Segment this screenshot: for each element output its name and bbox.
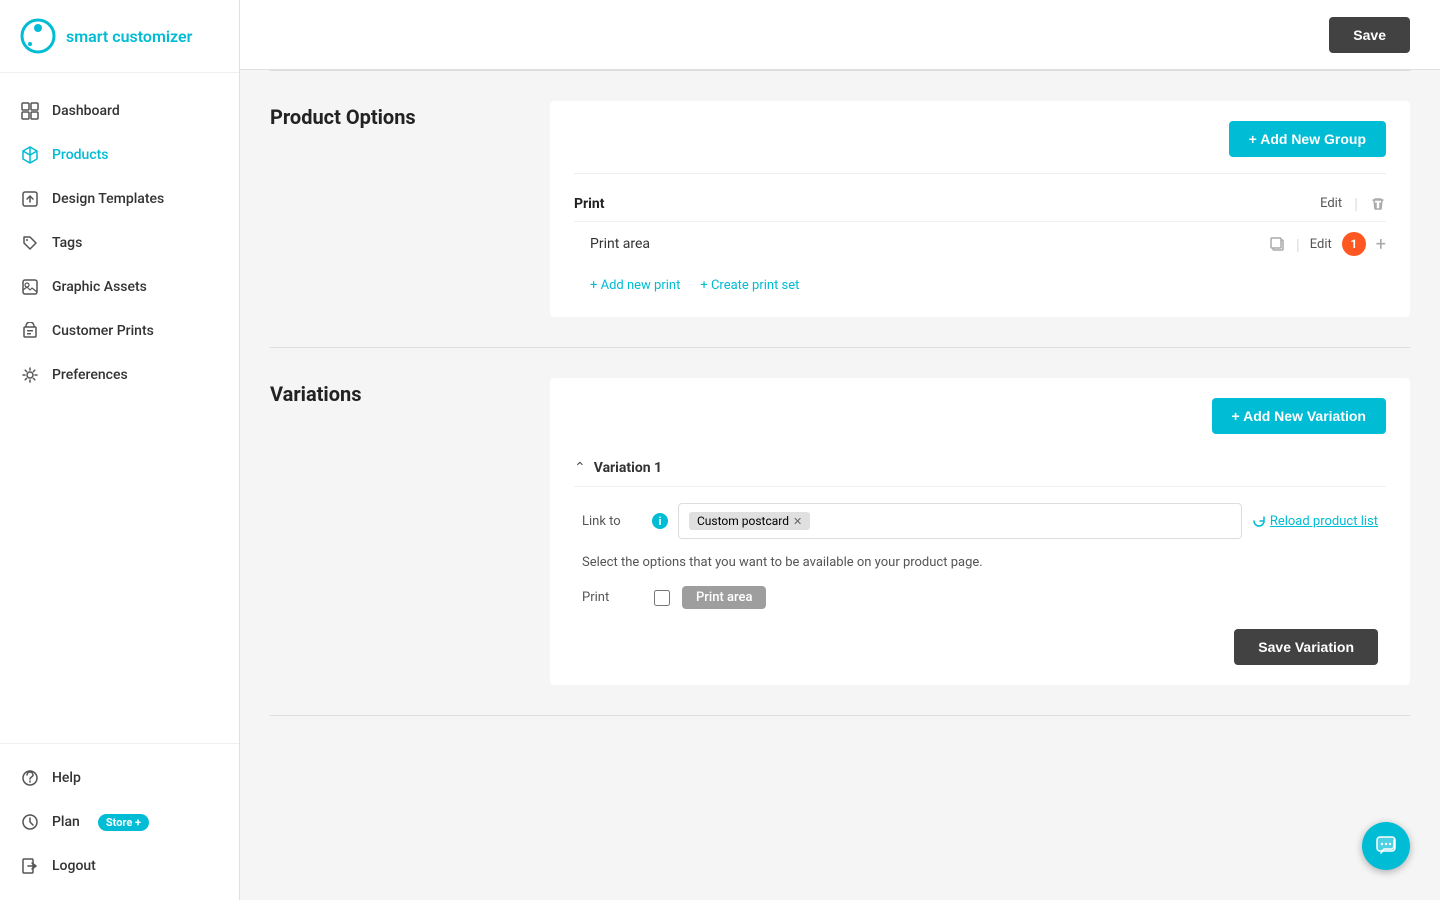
reload-icon bbox=[1252, 514, 1266, 528]
add-new-variation-button[interactable]: + Add New Variation bbox=[1212, 398, 1386, 434]
print-area-row: Print area | Edit 1 + bbox=[574, 221, 1386, 266]
plan-icon bbox=[20, 812, 40, 832]
info-icon: i bbox=[652, 513, 668, 529]
product-options-title: Product Options bbox=[270, 101, 550, 317]
print-group: Print Edit | Print area bbox=[574, 173, 1386, 297]
chat-fab-button[interactable] bbox=[1362, 822, 1410, 870]
reload-label: Reload product list bbox=[1270, 514, 1378, 529]
sidebar-item-plan[interactable]: Plan Store + bbox=[0, 800, 239, 844]
sidebar-label-help: Help bbox=[52, 770, 81, 786]
link-to-row: Link to i Custom postcard ✕ Reload bbox=[582, 503, 1378, 539]
product-options-content: + Add New Group Print Edit | bbox=[550, 101, 1410, 317]
variation-1-body: Link to i Custom postcard ✕ Reload bbox=[574, 503, 1386, 665]
main-content: Save Product Options + Add New Group Pri… bbox=[240, 0, 1440, 900]
sidebar-label-design-templates: Design Templates bbox=[52, 191, 164, 207]
reload-product-list-link[interactable]: Reload product list bbox=[1252, 514, 1378, 529]
dashboard-icon bbox=[20, 101, 40, 121]
sidebar-item-customer-prints[interactable]: Customer Prints bbox=[0, 309, 239, 353]
print-area-edit-link[interactable]: Edit bbox=[1310, 237, 1332, 252]
sidebar-label-dashboard: Dashboard bbox=[52, 103, 120, 119]
sidebar-label-products: Products bbox=[52, 147, 109, 163]
options-text: Select the options that you want to be a… bbox=[582, 555, 1378, 570]
delete-icon[interactable] bbox=[1370, 196, 1386, 212]
link-to-input[interactable]: Custom postcard ✕ bbox=[678, 503, 1242, 539]
sidebar-label-preferences: Preferences bbox=[52, 367, 128, 383]
tag-remove-button[interactable]: ✕ bbox=[793, 515, 802, 528]
add-new-group-button[interactable]: + Add New Group bbox=[1229, 121, 1386, 157]
plan-badge: Store + bbox=[98, 814, 149, 831]
sidebar-label-plan: Plan bbox=[52, 814, 80, 830]
sidebar-item-graphic-assets[interactable]: Graphic Assets bbox=[0, 265, 239, 309]
save-button[interactable]: Save bbox=[1329, 17, 1410, 53]
sidebar-item-help[interactable]: Help bbox=[0, 756, 239, 800]
custom-postcard-tag: Custom postcard ✕ bbox=[689, 512, 810, 530]
sidebar-bottom: Help Plan Store + Logout bbox=[0, 743, 239, 900]
print-area-name: Print area bbox=[590, 236, 1260, 252]
sidebar-label-logout: Logout bbox=[52, 858, 96, 874]
sidebar-nav: Dashboard Products Design Templates bbox=[0, 73, 239, 743]
create-print-set-link[interactable]: + Create print set bbox=[700, 278, 799, 293]
print-group-header: Print Edit | bbox=[574, 186, 1386, 221]
chevron-up-icon[interactable]: ⌃ bbox=[574, 460, 586, 476]
sidebar-item-preferences[interactable]: Preferences bbox=[0, 353, 239, 397]
print-option-row: Print Print area bbox=[582, 586, 1378, 609]
chat-icon bbox=[1375, 835, 1397, 857]
logo-icon bbox=[20, 18, 56, 54]
variations-content: + Add New Variation ⌃ Variation 1 Link t… bbox=[550, 378, 1410, 685]
sidebar-item-design-templates[interactable]: Design Templates bbox=[0, 177, 239, 221]
print-checkbox[interactable] bbox=[654, 590, 670, 606]
sidebar-label-graphic-assets: Graphic Assets bbox=[52, 279, 147, 295]
variation-1-header: ⌃ Variation 1 bbox=[574, 450, 1386, 487]
plus-icon[interactable]: + bbox=[1376, 234, 1386, 255]
tag-label: Custom postcard bbox=[697, 514, 789, 528]
print-area-actions: | Edit 1 + bbox=[1268, 232, 1386, 256]
divider-v2: | bbox=[1296, 235, 1300, 254]
logout-icon bbox=[20, 856, 40, 876]
product-options-section: Product Options + Add New Group Print Ed… bbox=[240, 71, 1440, 347]
divider-v1: | bbox=[1354, 194, 1358, 213]
tags-icon bbox=[20, 233, 40, 253]
print-area-badge: Print area bbox=[682, 586, 766, 609]
sidebar-label-customer-prints: Customer Prints bbox=[52, 323, 154, 339]
product-options-header: + Add New Group bbox=[574, 121, 1386, 157]
sidebar-label-tags: Tags bbox=[52, 235, 82, 251]
sidebar-item-tags[interactable]: Tags bbox=[0, 221, 239, 265]
print-group-edit-link[interactable]: Edit bbox=[1320, 196, 1342, 211]
copy-icon[interactable] bbox=[1268, 235, 1286, 253]
design-templates-icon bbox=[20, 189, 40, 209]
print-actions: + Add new print + Create print set bbox=[574, 266, 1386, 297]
variations-title: Variations bbox=[270, 378, 550, 685]
help-icon bbox=[20, 768, 40, 788]
save-variation-button[interactable]: Save Variation bbox=[1234, 629, 1378, 665]
sidebar-item-logout[interactable]: Logout bbox=[0, 844, 239, 888]
print-group-actions: Edit | bbox=[1320, 194, 1386, 213]
variation-1-title: Variation 1 bbox=[594, 460, 662, 476]
print-group-title: Print bbox=[574, 196, 604, 212]
divider-bottom bbox=[270, 715, 1410, 716]
sidebar: smart customizer Dashboard bbox=[0, 0, 240, 900]
preferences-icon bbox=[20, 365, 40, 385]
topbar: Save bbox=[240, 0, 1440, 70]
products-icon bbox=[20, 145, 40, 165]
logo-text: smart customizer bbox=[66, 27, 192, 46]
print-option-label: Print bbox=[582, 590, 642, 605]
sidebar-item-dashboard[interactable]: Dashboard bbox=[0, 89, 239, 133]
logo: smart customizer bbox=[0, 0, 239, 73]
count-badge: 1 bbox=[1342, 232, 1366, 256]
sidebar-item-products[interactable]: Products bbox=[0, 133, 239, 177]
link-to-label: Link to bbox=[582, 514, 642, 529]
customer-prints-icon bbox=[20, 321, 40, 341]
variations-section: Variations + Add New Variation ⌃ Variati… bbox=[240, 348, 1440, 715]
variations-header: + Add New Variation bbox=[574, 398, 1386, 434]
add-new-print-link[interactable]: + Add new print bbox=[590, 278, 680, 293]
graphic-assets-icon bbox=[20, 277, 40, 297]
